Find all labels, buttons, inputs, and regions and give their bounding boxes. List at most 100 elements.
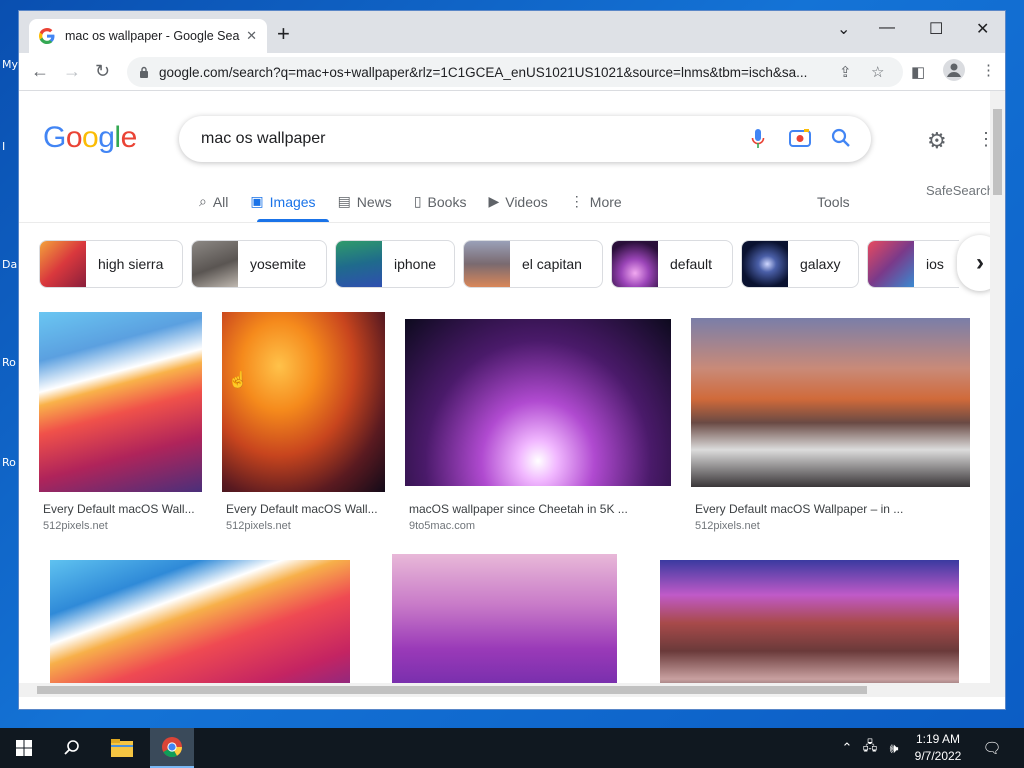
image-result[interactable]: [660, 560, 959, 697]
safesearch-label[interactable]: SafeSearch: [926, 183, 991, 198]
scrollbar-thumb[interactable]: [993, 109, 1002, 195]
chip-galaxy[interactable]: galaxy: [741, 240, 859, 288]
tab-label: Books: [427, 193, 467, 210]
close-window-button[interactable]: ✕: [976, 19, 989, 39]
file-explorer-icon[interactable]: [102, 728, 142, 768]
chrome-menu-icon[interactable]: ⋮: [981, 61, 996, 79]
search-icon[interactable]: [831, 128, 851, 148]
tab-more[interactable]: ⋮ More: [570, 193, 622, 210]
image-result[interactable]: Every Default macOS Wallpaper – in ... 5…: [691, 318, 970, 534]
search-box[interactable]: mac os wallpaper: [179, 116, 871, 162]
result-thumbnail[interactable]: [50, 560, 350, 697]
result-source[interactable]: 512pixels.net: [43, 520, 108, 532]
tab-videos[interactable]: ▶ Videos: [488, 193, 547, 210]
search-input[interactable]: mac os wallpaper: [201, 130, 326, 148]
image-result[interactable]: [50, 560, 350, 697]
chip-label: galaxy: [800, 256, 841, 272]
result-thumbnail[interactable]: [39, 312, 202, 492]
taskbar: ⌃ 🖧 🕪 1:19 AM 9/7/2022 🗨: [0, 728, 1024, 768]
result-thumbnail[interactable]: [222, 312, 385, 492]
volume-icon[interactable]: 🕪: [884, 728, 904, 768]
minimize-button[interactable]: —: [879, 19, 895, 37]
tab-images[interactable]: ▣ Images: [250, 193, 315, 210]
tools-button[interactable]: Tools: [817, 194, 850, 210]
desktop-icon-label[interactable]: Ro: [2, 356, 16, 369]
desktop-icon-label[interactable]: Ro: [2, 456, 16, 469]
image-icon: ▣: [250, 193, 264, 209]
tab-strip: mac os wallpaper - Google Search ✕ + ⌄ —…: [19, 11, 1005, 53]
result-title[interactable]: Every Default macOS Wall...: [43, 502, 195, 516]
tab-title: mac os wallpaper - Google Search: [65, 29, 241, 43]
notification-icon[interactable]: 🗨: [978, 728, 1006, 768]
apps-grid-icon[interactable]: ⋮⋮: [977, 129, 991, 150]
result-title[interactable]: Every Default macOS Wall...: [226, 502, 378, 516]
tab-books[interactable]: ▯ Books: [414, 193, 467, 210]
lock-icon[interactable]: [139, 66, 149, 78]
chip-ios[interactable]: ios: [867, 240, 959, 288]
address-bar[interactable]: google.com/search?q=mac+os+wallpaper&rlz…: [127, 57, 903, 87]
chip-yosemite[interactable]: yosemite: [191, 240, 327, 288]
desktop-icon-label[interactable]: My: [2, 58, 18, 71]
chevron-right-icon[interactable]: ›: [957, 235, 991, 291]
search-icon: ⌕: [199, 193, 207, 209]
tab-label: News: [356, 193, 392, 210]
result-thumbnail[interactable]: [660, 560, 959, 697]
url-text[interactable]: google.com/search?q=mac+os+wallpaper&rlz…: [159, 65, 839, 80]
scrollbar-thumb[interactable]: [37, 686, 867, 694]
result-thumbnail[interactable]: [405, 319, 671, 486]
microphone-icon[interactable]: [751, 128, 765, 150]
tab-search-icon[interactable]: ⌄: [837, 19, 850, 39]
bookmark-star-icon[interactable]: ☆: [871, 63, 884, 81]
chip-thumbnail: [40, 241, 86, 287]
chip-label: yosemite: [250, 256, 307, 272]
chip-label: ios: [926, 256, 944, 272]
image-result[interactable]: Every Default macOS Wall... 512pixels.ne…: [39, 312, 202, 534]
result-title[interactable]: macOS wallpaper since Cheetah in 5K ...: [409, 502, 628, 516]
reload-icon[interactable]: ↻: [95, 61, 110, 82]
system-clock[interactable]: 1:19 AM 9/7/2022: [906, 731, 970, 765]
tab-all[interactable]: ⌕ All: [199, 193, 228, 210]
result-title[interactable]: Every Default macOS Wallpaper – in ...: [695, 502, 903, 516]
chip-el-capitan[interactable]: el capitan: [463, 240, 603, 288]
result-source[interactable]: 9to5mac.com: [409, 520, 475, 532]
desktop-icon-label[interactable]: I: [2, 140, 5, 153]
side-panel-icon[interactable]: ◧: [911, 63, 925, 81]
search-icon[interactable]: [54, 728, 90, 768]
tab-news[interactable]: ▤ News: [338, 193, 392, 210]
chrome-taskbar-icon[interactable]: [150, 728, 194, 768]
tab-label: Videos: [505, 193, 548, 210]
image-result[interactable]: [392, 554, 617, 697]
forward-arrow-icon[interactable]: →: [63, 61, 81, 82]
horizontal-scrollbar[interactable]: [19, 683, 991, 697]
chip-default[interactable]: default: [611, 240, 733, 288]
result-thumbnail[interactable]: [392, 554, 617, 697]
share-icon[interactable]: ⇪: [839, 63, 852, 81]
result-source[interactable]: 512pixels.net: [226, 520, 291, 532]
image-result[interactable]: Every Default macOS Wall... 512pixels.ne…: [222, 312, 385, 534]
logo-letter: e: [120, 121, 138, 154]
profile-avatar[interactable]: [943, 59, 965, 85]
clock-date: 9/7/2022: [914, 749, 962, 763]
chip-high-sierra[interactable]: high sierra: [39, 240, 183, 288]
windows-start-icon[interactable]: [6, 728, 42, 768]
chevron-up-icon[interactable]: ⌃: [838, 728, 856, 768]
camera-lens-icon[interactable]: [789, 128, 811, 148]
chip-label: iphone: [394, 256, 437, 272]
new-tab-button[interactable]: +: [277, 23, 290, 45]
vertical-scrollbar[interactable]: [990, 91, 1005, 697]
chip-iphone[interactable]: iphone: [335, 240, 455, 288]
maximize-button[interactable]: ☐: [929, 19, 943, 39]
browser-toolbar: ← → ↻ google.com/search?q=mac+os+wallpap…: [19, 53, 1005, 91]
result-source[interactable]: 512pixels.net: [695, 520, 760, 532]
gear-icon[interactable]: ⚙: [927, 128, 947, 154]
desktop-icon-label[interactable]: Da: [2, 258, 17, 271]
close-tab-icon[interactable]: ✕: [246, 28, 257, 44]
browser-tab[interactable]: mac os wallpaper - Google Search ✕: [29, 19, 267, 53]
clock-time: 1:19 AM: [915, 732, 961, 746]
google-logo[interactable]: Google: [43, 121, 137, 155]
back-arrow-icon[interactable]: ←: [31, 61, 49, 82]
network-icon[interactable]: 🖧: [860, 728, 880, 768]
browser-window: mac os wallpaper - Google Search ✕ + ⌄ —…: [18, 10, 1006, 710]
result-thumbnail[interactable]: [691, 318, 970, 487]
image-result[interactable]: macOS wallpaper since Cheetah in 5K ... …: [405, 319, 671, 534]
